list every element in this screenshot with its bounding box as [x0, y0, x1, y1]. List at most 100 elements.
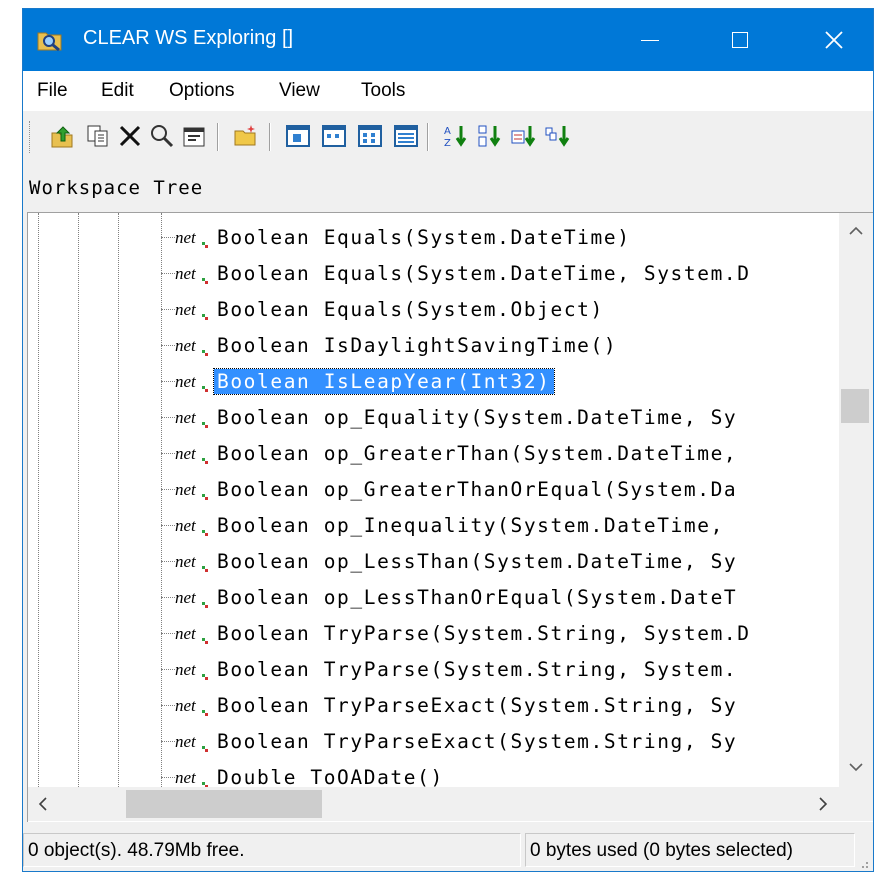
dotnet-method-icon: net [175, 516, 208, 536]
menu-file[interactable]: File [37, 80, 68, 102]
menu-options[interactable]: Options [169, 80, 234, 102]
scroll-left-button[interactable] [34, 795, 52, 813]
sort-by-name-button[interactable]: AZ [441, 121, 471, 151]
up-folder-icon [51, 126, 73, 148]
maximize-button[interactable] [711, 9, 769, 71]
status-bytes-used: 0 bytes used (0 bytes selected) [525, 833, 855, 867]
dotnet-method-icon: net [175, 660, 208, 680]
tree-item[interactable]: net Boolean op_LessThanOrEqual(System.Dat… [28, 579, 838, 615]
tree-item-label: Boolean op_GreaterThanOrEqual(System.Da [217, 478, 738, 501]
tree-item-label: Boolean op_LessThan(System.DateTime, Sy [217, 550, 738, 573]
horizontal-scroll-thumb[interactable] [126, 790, 322, 818]
net-icon-text: net [175, 624, 197, 643]
tree-item-label: Boolean Equals(System.DateTime) [217, 226, 631, 249]
dotnet-method-icon: net [175, 696, 208, 716]
tree-item[interactable]: net Boolean IsDaylightSavingTime() [28, 327, 838, 363]
list-view-icon [358, 125, 382, 147]
net-icon-text: net [175, 228, 197, 247]
maximize-icon [732, 32, 748, 48]
scroll-down-button[interactable] [847, 759, 865, 777]
tree-item[interactable]: net Boolean TryParseExact(System.String, … [28, 723, 838, 759]
minimize-button[interactable] [621, 9, 679, 71]
tree-item[interactable]: net Boolean op_Equality(System.DateTime, … [28, 399, 838, 435]
tree-connector [161, 597, 175, 598]
open-folder-icon [234, 125, 256, 146]
horizontal-scrollbar[interactable] [28, 787, 840, 821]
list-view-button[interactable] [355, 121, 385, 151]
close-button[interactable] [805, 9, 863, 71]
details-view-button[interactable] [391, 121, 421, 151]
tree-connector [161, 633, 175, 634]
scroll-up-button[interactable] [847, 221, 865, 239]
tree-item[interactable]: net Boolean Equals(System.DateTime) [28, 219, 838, 255]
workspace-tree[interactable]: net Boolean Equals(System.DateTime) net Boo… [27, 212, 873, 822]
window-title: CLEAR WS Exploring [] [83, 27, 294, 49]
toolbar-grip[interactable] [29, 121, 32, 153]
tree-item-label: Boolean TryParseExact(System.String, Sy [217, 694, 738, 717]
large-icons-view-button[interactable] [283, 121, 313, 151]
dotnet-method-icon: net [175, 336, 208, 356]
vertical-scroll-thumb[interactable] [841, 389, 869, 423]
delete-button[interactable] [115, 121, 145, 151]
find-button[interactable] [147, 121, 177, 151]
minimize-icon [641, 39, 659, 41]
chevron-left-icon [38, 797, 47, 811]
up-folder-button[interactable] [47, 121, 77, 151]
tree-item-label: Boolean op_Equality(System.DateTime, Sy [217, 406, 738, 429]
app-folder-search-icon [37, 32, 62, 52]
tree-connector [161, 417, 175, 418]
small-icons-view-button[interactable] [319, 121, 349, 151]
tree-item[interactable]: net Boolean TryParse(System.String, Syste… [28, 651, 838, 687]
tree-item[interactable]: net Boolean TryParse(System.String, Syste… [28, 615, 838, 651]
properties-icon [183, 127, 205, 147]
small-icons-view-icon [322, 125, 346, 147]
dotnet-method-icon: net [175, 480, 208, 500]
tree-item-label: Boolean IsDaylightSavingTime() [217, 334, 618, 357]
dotnet-method-icon: net [175, 768, 208, 788]
tree-item[interactable]: net Boolean op_GreaterThan(System.DateTim… [28, 435, 838, 471]
sort-by-size-button[interactable] [509, 121, 539, 151]
open-folder-button[interactable] [231, 121, 261, 151]
tree-connector [161, 345, 175, 346]
menu-view[interactable]: View [279, 80, 320, 102]
status-left-text: 0 object(s). 48.79Mb free. [28, 840, 245, 861]
delete-icon [119, 125, 141, 147]
dotnet-method-icon: net [175, 732, 208, 752]
net-icon-text: net [175, 732, 197, 751]
tree-item[interactable]: net Boolean Equals(System.DateTime, Syste… [28, 255, 838, 291]
tree-connector [161, 741, 175, 742]
tree-item[interactable]: net Boolean Equals(System.Object) [28, 291, 838, 327]
properties-button[interactable] [179, 121, 209, 151]
large-icons-view-icon [286, 125, 310, 147]
tree-item[interactable]: net Boolean op_GreaterThanOrEqual(System.… [28, 471, 838, 507]
sort-by-date-button[interactable] [543, 121, 573, 151]
copy-button[interactable] [83, 121, 113, 151]
tree-connector [161, 381, 175, 382]
tree-item[interactable]: net Boolean IsLeapYear(Int32) [28, 363, 838, 399]
svg-text:A: A [444, 126, 451, 137]
net-icon-text: net [175, 480, 197, 499]
find-icon [151, 125, 174, 148]
net-icon-text: net [175, 768, 197, 787]
chevron-right-icon [819, 797, 828, 811]
vertical-scrollbar[interactable] [839, 213, 873, 787]
menu-tools[interactable]: Tools [361, 80, 405, 102]
resize-grip-icon[interactable] [857, 857, 869, 869]
scroll-right-button[interactable] [814, 795, 832, 813]
tree-item[interactable]: net Boolean op_LessThan(System.DateTime, … [28, 543, 838, 579]
dotnet-method-icon: net [175, 552, 208, 572]
menu-edit[interactable]: Edit [101, 80, 134, 102]
tree-item[interactable]: net Boolean op_Inequality(System.DateTime… [28, 507, 838, 543]
sort-by-type-button[interactable] [475, 121, 505, 151]
net-icon-text: net [175, 444, 197, 463]
dotnet-method-icon: net [175, 264, 208, 284]
dotnet-method-icon: net [175, 624, 208, 644]
panel-title: Workspace Tree [29, 177, 204, 199]
title-bar[interactable]: CLEAR WS Exploring [] [23, 9, 873, 71]
tree-item[interactable]: net Boolean TryParseExact(System.String, … [28, 687, 838, 723]
dotnet-method-icon: net [175, 300, 208, 320]
toolbar-separator [427, 123, 429, 151]
tree-item-label: Boolean Equals(System.DateTime, System.D [217, 262, 751, 285]
scrollbar-corner [839, 787, 873, 821]
close-icon [825, 31, 843, 49]
